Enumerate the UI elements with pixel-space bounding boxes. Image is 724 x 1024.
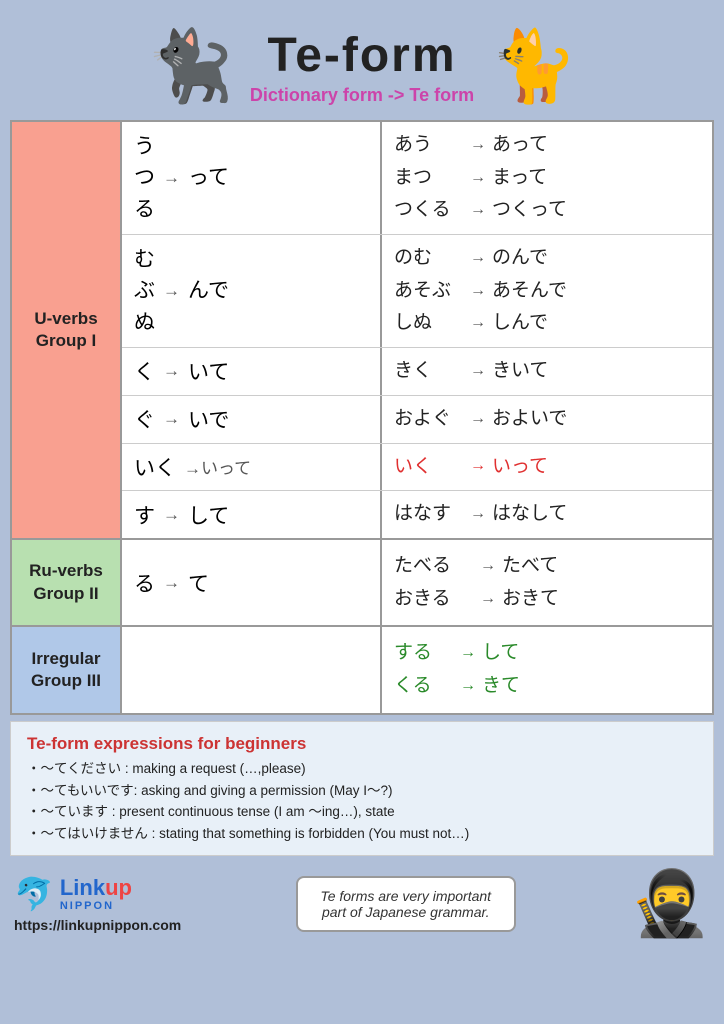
u-row-6: す → して はなす → はなして	[122, 491, 712, 538]
cat-right-icon: 🐈	[490, 26, 577, 108]
bottom-item-4: ・〜てはいけません : stating that something is fo…	[27, 825, 697, 844]
bottom-section: Te-form expressions for beginners ・〜てくださ…	[10, 721, 714, 857]
example-oyogu: およぐ → およいで	[394, 403, 700, 436]
logo-text: Linkup	[60, 876, 132, 900]
kana-nu: ぬ	[134, 307, 229, 339]
kana-iku: いく	[134, 452, 176, 482]
result-ide: いで	[188, 404, 229, 434]
logo-nippon: NIPPON	[60, 900, 132, 912]
ru-verbs-section: Ru-verbs Group II る → て たべる → たべて おきる →	[12, 540, 712, 627]
kana-u: う	[134, 131, 229, 163]
main-table: U-verbs Group I う つ → って る	[10, 120, 714, 715]
example-hanasu: はなす → はなして	[394, 498, 700, 531]
header: 🐈‍⬛ Te-form Dictionary form -> Te form 🐈	[10, 10, 714, 112]
kana-ru: る	[134, 194, 229, 226]
example-kuru: くる → きて	[394, 670, 700, 703]
example-kiku: きく → きいて	[394, 355, 700, 388]
example-nomu: のむ → のんで	[394, 242, 700, 275]
example-shinu: しぬ → しんで	[394, 307, 700, 340]
result-shite: して	[188, 500, 229, 530]
kana-gu: ぐ	[134, 404, 155, 434]
result-ite: いて	[188, 356, 229, 386]
u-row-3: く → いて きく → きいて	[122, 348, 712, 396]
irregular-section: Irregular Group III する → して くる → きて	[12, 627, 712, 712]
bottom-title: Te-form expressions for beginners	[27, 734, 697, 754]
u-row-5: いく →いって いく → いって	[122, 444, 712, 492]
logo-icon: 🐬	[14, 875, 54, 913]
example-asobu: あそぶ → あそんで	[394, 275, 700, 308]
kana-bu: ぶ	[134, 275, 155, 307]
example-okiru: おきる → おきて	[394, 583, 700, 616]
irregular-rule-empty	[122, 627, 382, 712]
example-taberu: たべる → たべて	[394, 550, 700, 583]
result-te: て	[188, 568, 209, 598]
bottom-item-1: ・〜てください : making a request (…,please)	[27, 760, 697, 779]
cat-left-icon: 🐈‍⬛	[147, 26, 234, 108]
kana-tsu: つ	[134, 162, 155, 194]
ru-verbs-label: Ru-verbs Group II	[12, 540, 122, 625]
example-suru: する → して	[394, 637, 700, 670]
footer-url: https://linkupnippon.com	[14, 917, 181, 933]
result-nde: んで	[188, 275, 229, 307]
footer-left: 🐬 Linkup NIPPON https://linkupnippon.com	[14, 875, 181, 933]
arrow-icon: →	[163, 165, 180, 191]
ninja-icon: 🥷	[630, 866, 710, 941]
kana-mu: む	[134, 244, 229, 276]
u-row-4: ぐ → いで およぐ → およいで	[122, 396, 712, 444]
kana-ku: く	[134, 356, 155, 386]
kana-ru-verb: る	[134, 568, 155, 598]
u-verbs-label: U-verbs Group I	[12, 122, 122, 538]
bottom-item-3: ・〜ています : present continuous tense (I am …	[27, 803, 697, 822]
footer: 🐬 Linkup NIPPON https://linkupnippon.com…	[10, 866, 714, 941]
result-tte: って	[188, 162, 229, 194]
page-title: Te-form	[267, 28, 456, 83]
u-row-2: む ぶ → んで ぬ のむ → のんで	[122, 235, 712, 348]
kana-su: す	[134, 500, 155, 530]
ru-examples: たべる → たべて おきる → おきて	[382, 540, 712, 625]
example-matsu: まつ → まって	[394, 162, 700, 195]
u-verbs-section: U-verbs Group I う つ → って る	[12, 122, 712, 540]
example-tsukuru: つくる → つくって	[394, 194, 700, 227]
footer-note: Te forms are very important part of Japa…	[296, 876, 516, 932]
header-subtitle: Dictionary form -> Te form	[250, 85, 474, 106]
irregular-label: Irregular Group III	[12, 627, 122, 712]
u-row-1: う つ → って る あう → あって	[122, 122, 712, 235]
ru-rule: る → て	[122, 540, 382, 625]
bottom-item-2: ・〜てもいいです: asking and giving a permission…	[27, 782, 697, 801]
irregular-examples: する → して くる → きて	[382, 627, 712, 712]
example-au: あう → あって	[394, 129, 700, 162]
u-verbs-content: う つ → って る あう → あって	[122, 122, 712, 538]
example-iku: いく → いって	[394, 451, 700, 484]
